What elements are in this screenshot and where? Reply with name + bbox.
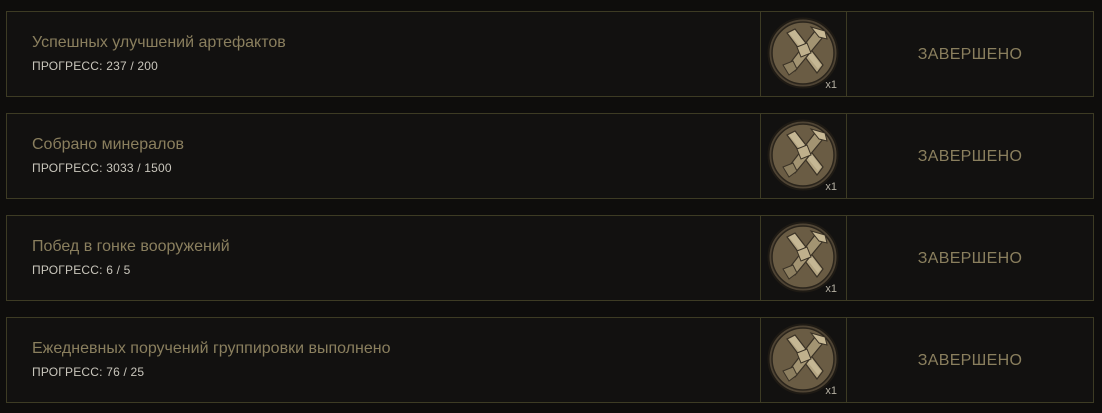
achievement-info: Успешных улучшений артефактов ПРОГРЕСС: … — [7, 12, 760, 96]
achievement-row: Собрано минералов ПРОГРЕСС: 3033 / 1500 … — [6, 113, 1094, 199]
status-label: ЗАВЕРШЕНО — [917, 351, 1023, 369]
reward-slot[interactable]: x1 — [760, 12, 847, 96]
achievement-progress: ПРОГРЕСС: 6 / 5 — [32, 263, 131, 277]
reward-slot[interactable]: x1 — [760, 216, 847, 300]
reward-quantity: x1 — [825, 385, 837, 397]
achievement-row: Успешных улучшений артефактов ПРОГРЕСС: … — [6, 11, 1094, 97]
status-label: ЗАВЕРШЕНО — [917, 147, 1023, 165]
reward-slot[interactable]: x1 — [760, 114, 847, 198]
status-label: ЗАВЕРШЕНО — [917, 249, 1023, 267]
reward-slot[interactable]: x1 — [760, 318, 847, 402]
achievement-title: Побед в гонке вооружений — [32, 238, 230, 255]
reward-quantity: x1 — [825, 181, 837, 193]
achievement-progress: ПРОГРЕСС: 76 / 25 — [32, 365, 145, 379]
achievement-row: Побед в гонке вооружений ПРОГРЕСС: 6 / 5… — [6, 215, 1094, 301]
achievement-info: Собрано минералов ПРОГРЕСС: 3033 / 1500 — [7, 114, 760, 198]
reward-quantity: x1 — [825, 79, 837, 91]
achievement-info: Побед в гонке вооружений ПРОГРЕСС: 6 / 5 — [7, 216, 760, 300]
reward-quantity: x1 — [825, 283, 837, 295]
achievement-list: Успешных улучшений артефактов ПРОГРЕСС: … — [0, 0, 1102, 413]
status-label: ЗАВЕРШЕНО — [917, 45, 1023, 63]
achievement-row: Ежедневных поручений группировки выполне… — [6, 317, 1094, 403]
achievement-title: Собрано минералов — [32, 136, 184, 153]
achievement-info: Ежедневных поручений группировки выполне… — [7, 318, 760, 402]
achievement-progress: ПРОГРЕСС: 237 / 200 — [32, 59, 159, 73]
achievement-title: Ежедневных поручений группировки выполне… — [32, 340, 391, 357]
achievement-progress: ПРОГРЕСС: 3033 / 1500 — [32, 161, 172, 175]
achievement-title: Успешных улучшений артефактов — [32, 34, 286, 51]
